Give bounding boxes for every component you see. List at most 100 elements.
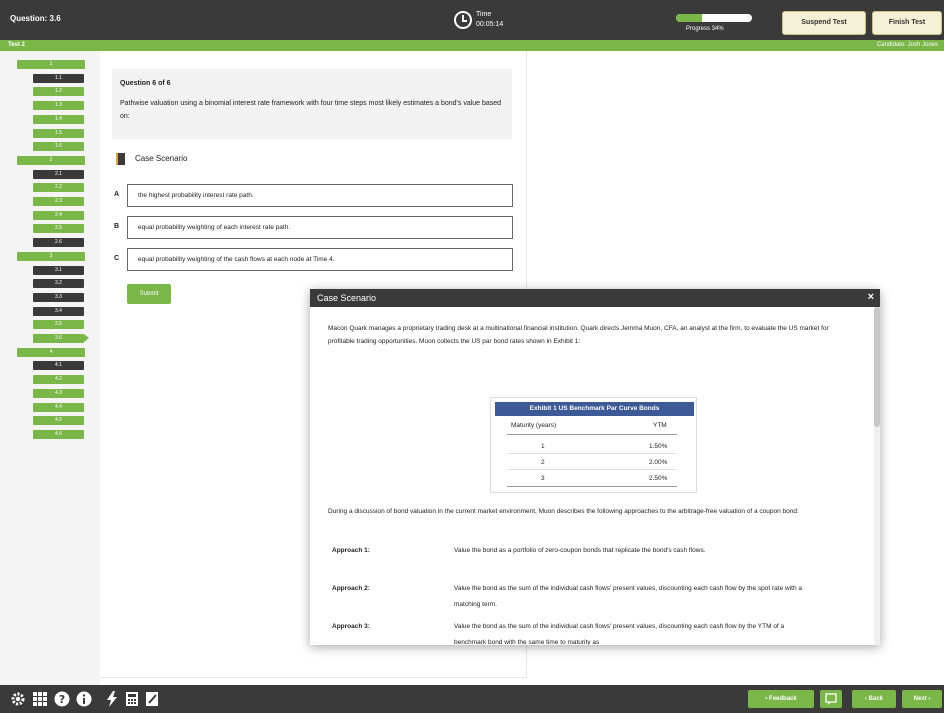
finish-test-button[interactable]: Finish Test <box>872 11 942 35</box>
approach-1-label: Approach 1: <box>332 547 370 554</box>
case-intro: Macon Quark manages a proprietary tradin… <box>328 325 829 345</box>
question-number: Question: 3.6 <box>10 14 61 23</box>
question-box: Question 6 of 6 Pathwise valuation using… <box>112 69 512 139</box>
help-icon[interactable]: ? <box>54 691 70 707</box>
progress-bar <box>676 14 752 22</box>
nav-question-1-1[interactable]: 1.1 <box>33 73 84 83</box>
info-icon[interactable] <box>76 691 92 707</box>
nav-question-2-4[interactable]: 2.4 <box>33 210 84 220</box>
table-cell: 2.50% <box>649 475 668 482</box>
nav-question-4-6[interactable]: 4.6 <box>33 429 84 439</box>
approach-3-label: Approach 3: <box>332 623 370 630</box>
timer-label: Time <box>476 11 492 18</box>
candidate-name: Candidate: Josh Jones <box>876 42 938 48</box>
nav-question-4-5[interactable]: 4.5 <box>33 416 84 426</box>
timer-value: 00:05:14 <box>476 21 504 28</box>
option-a[interactable]: the highest probability interest rate pa… <box>127 184 513 207</box>
nav-question-2-1[interactable]: 2.1 <box>33 169 84 179</box>
divider <box>507 434 677 435</box>
nav-question-3-1[interactable]: 3.1 <box>33 265 84 275</box>
case-scenario-label: Case Scenario <box>135 154 188 163</box>
option-b[interactable]: equal probability weighting of each inte… <box>127 216 513 239</box>
exhibit-col-maturity: Maturity (years) <box>511 422 557 429</box>
bottom-toolbar: ? ▪ Feedback ‹ Back Next › <box>0 685 944 713</box>
option-c[interactable]: equal probability weighting of the cash … <box>127 248 513 271</box>
option-b-letter: B <box>114 223 120 230</box>
exhibit-col-ytm: YTM <box>653 422 667 429</box>
dialog-scrollbar[interactable] <box>874 307 880 645</box>
grid-icon[interactable] <box>32 691 48 707</box>
exhibit-table: Exhibit 1 US Benchmark Par Curve Bonds M… <box>490 397 697 493</box>
approach-3-text: Value the bond as the sum of the individ… <box>454 623 785 645</box>
progress-label: Progress 34% <box>686 26 724 32</box>
nav-question-1-2[interactable]: 1.2 <box>33 87 84 97</box>
table-cell: 2.00% <box>649 459 668 466</box>
approach-2-text: Value the bond as the sum of the individ… <box>454 585 802 608</box>
nav-question-4-3[interactable]: 4.3 <box>33 388 84 398</box>
timer: Time 00:05:14 <box>454 9 534 33</box>
nav-question-2-3[interactable]: 2.3 <box>33 197 84 206</box>
table-cell: 3 <box>541 475 545 482</box>
feedback-label: Feedback <box>769 696 797 702</box>
question-heading: Question 6 of 6 <box>120 80 171 87</box>
nav-question-2-5[interactable]: 2.5 <box>33 224 84 234</box>
divider <box>507 486 677 487</box>
notes-icon[interactable] <box>144 691 160 707</box>
nav-group-3[interactable]: 3 <box>17 251 85 261</box>
chat-icon <box>825 693 837 705</box>
nav-question-2-2[interactable]: 2.2 <box>33 183 84 193</box>
nav-question-1-6[interactable]: 1.6 <box>33 142 84 152</box>
nav-question-1-3[interactable]: 1.3 <box>33 101 84 111</box>
nav-question-4-4[interactable]: 4.4 <box>33 402 84 412</box>
option-a-letter: A <box>114 191 120 198</box>
close-icon[interactable]: × <box>868 291 874 303</box>
table-cell: 1 <box>541 443 545 450</box>
question-navigator: 1 1.1 1.2 1.3 1.4 1.5 1.6 2 2.1 2.2 2.3 2.4 2.5 2.6 3 3… <box>0 51 100 685</box>
nav-question-3-2[interactable]: 3.2 <box>33 279 84 289</box>
approach-2-label: Approach 2: <box>332 585 370 592</box>
case-scenario-dialog: Case Scenario × Macon Quark manages a pr… <box>310 289 880 645</box>
calculator-icon[interactable] <box>124 691 140 707</box>
nav-question-2-6[interactable]: 2.6 <box>33 238 84 248</box>
case-discussion: During a discussion of bond valuation in… <box>328 508 799 515</box>
nav-group-4[interactable]: 4 <box>17 347 85 357</box>
nav-question-3-4[interactable]: 3.4 <box>33 306 84 316</box>
nav-group-2[interactable]: 2 <box>17 155 85 165</box>
progress: Progress 34% <box>676 14 752 34</box>
flash-icon[interactable] <box>104 691 120 707</box>
case-scenario-link[interactable]: Case Scenario <box>116 152 236 166</box>
back-button[interactable]: ‹ Back <box>852 690 896 708</box>
svg-text:?: ? <box>59 693 65 706</box>
option-c-letter: C <box>114 255 120 262</box>
table-cell: 2 <box>541 459 545 466</box>
top-bar: Question: 3.6 Time 00:05:14 Progress 34%… <box>0 0 944 40</box>
feedback-button[interactable]: ▪ Feedback <box>748 690 814 708</box>
document-icon <box>116 153 125 165</box>
gear-icon[interactable] <box>10 691 26 707</box>
progress-fill <box>676 14 702 22</box>
nav-question-4-2[interactable]: 4.2 <box>33 375 84 385</box>
section-bar: Test 2 Candidate: Josh Jones <box>0 40 944 51</box>
nav-group-1[interactable]: 1 <box>17 60 85 69</box>
scroll-thumb[interactable] <box>874 307 880 427</box>
divider <box>507 453 677 454</box>
section-name: Test 2 <box>8 42 25 48</box>
divider <box>507 469 677 470</box>
nav-question-4-1[interactable]: 4.1 <box>33 361 84 371</box>
nav-question-3-5[interactable]: 3.5 <box>33 320 84 330</box>
table-cell: 1.50% <box>649 443 668 450</box>
submit-button[interactable]: Submit <box>127 284 171 304</box>
approach-1-text: Value the bond as a portfolio of zero-co… <box>454 547 706 554</box>
nav-question-3-3[interactable]: 3.3 <box>33 292 84 302</box>
clock-icon <box>454 11 472 29</box>
suspend-test-button[interactable]: Suspend Test <box>782 11 866 35</box>
comment-button[interactable] <box>820 690 842 708</box>
nav-question-1-5[interactable]: 1.5 <box>33 128 84 138</box>
nav-question-3-6[interactable]: 3.6 <box>33 334 89 343</box>
nav-question-1-4[interactable]: 1.4 <box>33 114 84 124</box>
dialog-header[interactable]: Case Scenario × <box>310 289 880 307</box>
next-button[interactable]: Next › <box>902 690 942 708</box>
dialog-title: Case Scenario <box>317 293 377 303</box>
exhibit-title: Exhibit 1 US Benchmark Par Curve Bonds <box>495 402 694 416</box>
question-text: Pathwise valuation using a binomial inte… <box>120 100 502 120</box>
